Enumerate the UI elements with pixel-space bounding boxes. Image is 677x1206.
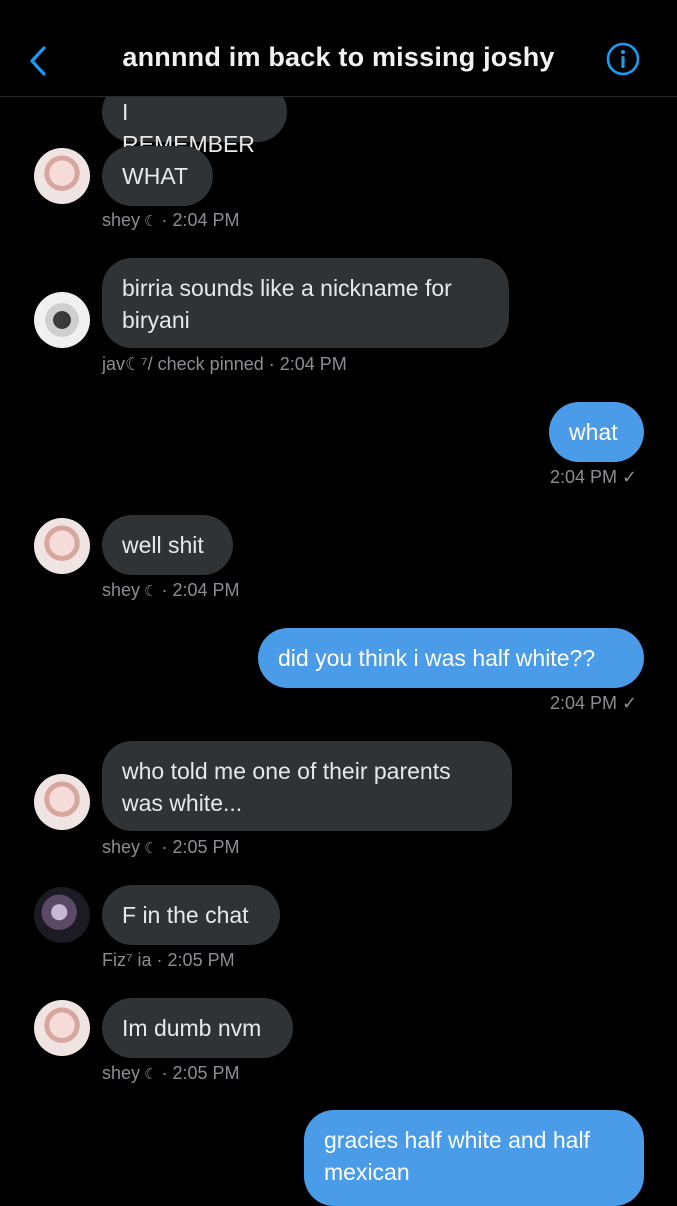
sender-name: jav☾⁷/ check pinned [102, 354, 264, 374]
conversation-title: annnnd im back to missing joshy [122, 42, 555, 72]
timestamp: · 2:05 PM [161, 1063, 240, 1083]
sender-name: Fiz⁷ ia [102, 950, 152, 970]
message-meta: shey ☾ · 2:04 PM [102, 580, 240, 601]
timestamp: · 2:04 PM [268, 354, 347, 374]
message-bubble[interactable]: gracies half white and half mexican [304, 1110, 644, 1206]
message-bubble[interactable]: F in the chat [102, 885, 280, 945]
sender-name: shey [102, 1063, 141, 1083]
message-bubble[interactable]: did you think i was half white?? [258, 628, 644, 688]
moon-icon: ☾ [144, 840, 158, 857]
sender-name: shey [102, 837, 141, 857]
conversation-header: annnnd im back to missing joshy [0, 0, 677, 97]
message-meta: shey ☾ · 2:05 PM [102, 837, 240, 858]
message-meta: 2:04 PM ✓ [550, 467, 637, 488]
moon-icon: ☾ [144, 1066, 158, 1083]
message-bubble[interactable]: who told me one of their parents was whi… [102, 741, 512, 831]
timestamp: · 2:04 PM [161, 210, 240, 230]
timestamp: · 2:04 PM [161, 580, 240, 600]
moon-icon: ☾ [144, 583, 158, 600]
message-bubble[interactable]: what [549, 402, 644, 462]
avatar[interactable] [34, 774, 90, 830]
message-bubble[interactable]: WHAT [102, 146, 213, 206]
timestamp: · 2:05 PM [156, 950, 235, 970]
message-meta: shey ☾ · 2:05 PM [102, 1063, 240, 1084]
avatar[interactable] [34, 148, 90, 204]
timestamp: 2:04 PM ✓ [550, 693, 638, 713]
message-meta: jav☾⁷/ check pinned · 2:04 PM [102, 354, 347, 375]
moon-icon: ☾ [144, 213, 158, 230]
avatar[interactable] [34, 887, 90, 943]
message-meta: 2:04 PM ✓ [550, 693, 637, 714]
message-bubble[interactable]: Im dumb nvm [102, 998, 293, 1058]
sender-name: shey [102, 580, 141, 600]
avatar[interactable] [34, 292, 90, 348]
avatar[interactable] [34, 518, 90, 574]
info-icon[interactable] [606, 42, 640, 76]
avatar[interactable] [34, 1000, 90, 1056]
message-bubble[interactable]: well shit [102, 515, 233, 575]
timestamp: 2:04 PM ✓ [550, 467, 638, 487]
message-bubble[interactable]: birria sounds like a nickname for biryan… [102, 258, 509, 348]
message-meta: Fiz⁷ ia · 2:05 PM [102, 950, 235, 971]
sender-name: shey [102, 210, 141, 230]
message-meta: shey ☾ · 2:04 PM [102, 210, 240, 231]
timestamp: · 2:05 PM [161, 837, 240, 857]
